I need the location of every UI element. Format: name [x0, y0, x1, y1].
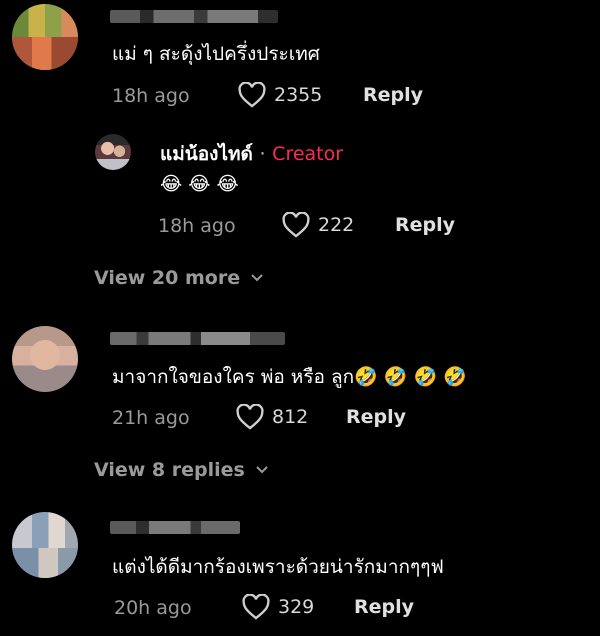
reply-button[interactable]: Reply — [354, 596, 414, 618]
chevron-down-icon — [251, 274, 263, 282]
like-count: 812 — [272, 406, 309, 428]
like-button[interactable]: 329 — [242, 594, 314, 620]
view-more-replies[interactable]: View 8 replies — [94, 459, 269, 481]
comment-timestamp: 20h ago — [114, 597, 192, 619]
reply-button[interactable]: Reply — [346, 406, 406, 428]
heart-outline-icon — [236, 404, 264, 430]
like-count: 222 — [318, 214, 355, 236]
view-more-replies[interactable]: View 20 more — [94, 267, 264, 289]
like-count: 329 — [278, 596, 315, 618]
chevron-down-icon — [256, 466, 268, 474]
reply-like-button[interactable]: 222 — [282, 212, 354, 238]
blurred-username[interactable] — [110, 332, 285, 345]
avatar[interactable] — [12, 512, 78, 578]
creator-name-line: แม่น้องไทด์ · Creator — [160, 139, 343, 169]
like-count: 2355 — [274, 84, 323, 106]
comment-timestamp: 21h ago — [112, 407, 190, 429]
heart-outline-icon — [238, 82, 266, 108]
blurred-username[interactable] — [110, 521, 240, 534]
view-more-label: View 8 replies — [94, 459, 245, 481]
separator-dot: · — [259, 143, 266, 165]
reply-text: 😂 😂 😂 — [160, 173, 239, 195]
like-button[interactable]: 2355 — [238, 82, 322, 108]
reply-button[interactable]: Reply — [363, 84, 423, 106]
like-button[interactable]: 812 — [236, 404, 308, 430]
avatar[interactable] — [12, 326, 78, 392]
avatar[interactable] — [12, 4, 78, 70]
comment-text: แต่งได้ดีมากร้องเพราะด้วยน่ารักมากๆๆฟ — [112, 556, 444, 578]
comment-timestamp: 18h ago — [112, 85, 190, 107]
comment-text: แม่ ๆ สะดุ้งไปครึ่งประเทศ — [112, 43, 320, 65]
comment-text: มาจากใจของใคร พ่อ หรือ ลูก🤣 🤣 🤣 🤣 — [112, 366, 467, 388]
reply-button[interactable]: Reply — [395, 214, 455, 236]
reply-timestamp: 18h ago — [158, 215, 236, 237]
creator-badge: Creator — [272, 143, 344, 165]
view-more-label: View 20 more — [94, 267, 241, 289]
heart-outline-icon — [242, 594, 270, 620]
creator-username[interactable]: แม่น้องไทด์ — [160, 143, 253, 165]
blurred-username[interactable] — [110, 10, 278, 23]
creator-avatar[interactable] — [95, 134, 131, 170]
heart-outline-icon — [282, 212, 310, 238]
